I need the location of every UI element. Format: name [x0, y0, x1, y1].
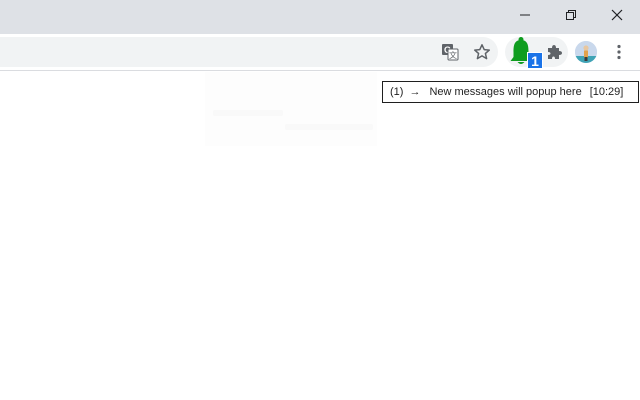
puzzle-icon [548, 45, 562, 59]
notification-tooltip: (1) → New messages will popup here [10:2… [382, 81, 639, 103]
notification-count-badge: 1 [527, 52, 543, 69]
star-icon [473, 44, 491, 60]
restore-button[interactable] [548, 0, 594, 30]
arrow-right-icon: → [409, 86, 421, 98]
minimize-button[interactable] [502, 0, 548, 30]
close-icon [611, 9, 623, 21]
more-vert-icon [617, 44, 621, 60]
tooltip-message: New messages will popup here [429, 86, 582, 98]
bookmark-button[interactable] [471, 41, 493, 63]
placeholder-line [285, 124, 373, 130]
translate-icon: G 文 [442, 44, 459, 61]
browser-menu-button[interactable] [608, 41, 630, 63]
minimize-icon [520, 14, 530, 16]
svg-text:文: 文 [449, 50, 457, 60]
title-bar [0, 0, 640, 34]
page-content-placeholder [205, 72, 377, 146]
extensions-button[interactable] [543, 41, 565, 63]
tooltip-count: (1) [390, 86, 404, 98]
tooltip-time: [10:29] [589, 86, 624, 98]
profile-avatar[interactable] [575, 41, 597, 63]
close-window-button[interactable] [594, 0, 640, 30]
restore-icon [566, 10, 576, 20]
browser-toolbar: G 文 [0, 34, 640, 71]
translate-button[interactable]: G 文 [439, 41, 461, 63]
placeholder-line [213, 110, 283, 116]
address-bar[interactable] [0, 37, 498, 67]
profile-picture-icon [575, 41, 597, 63]
